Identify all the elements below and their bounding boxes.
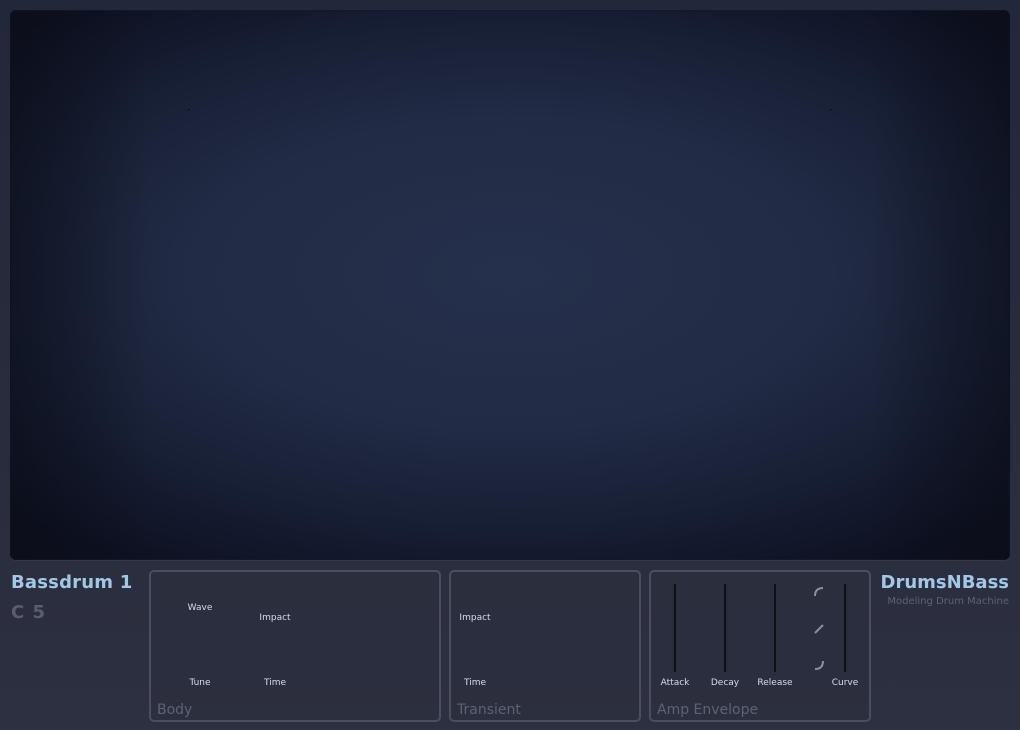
attack-slider[interactable] [674, 584, 676, 672]
release-label: Release [757, 678, 793, 688]
body-panel: Wave Impact Tune Time Body [149, 570, 441, 722]
decay-label: Decay [710, 678, 740, 688]
curve-label: Curve [831, 678, 859, 688]
transient-panel: Impact Time Transient [449, 570, 641, 722]
brand-subtitle: Modeling Drum Machine [887, 596, 1009, 607]
brand-title: DrumsNBass [880, 572, 1009, 593]
display-marker-right [830, 109, 832, 110]
body-time-knob[interactable]: Time [264, 678, 286, 688]
transient-impact-knob[interactable]: Impact [459, 613, 490, 623]
amp-envelope-panel: Attack Decay Release Curve Amp Envelope [649, 570, 871, 722]
waveform-display[interactable] [10, 10, 1010, 560]
body-panel-title: Body [157, 702, 193, 718]
decay-slider[interactable] [724, 584, 726, 672]
transient-panel-title: Transient [457, 702, 521, 718]
curve-exponential-icon[interactable] [811, 586, 825, 600]
amp-envelope-panel-title: Amp Envelope [657, 702, 759, 718]
curve-slider[interactable] [844, 584, 846, 672]
drum-machine-window: Bassdrum 1 C 5 DrumsNBass Modeling Drum … [0, 0, 1020, 730]
attack-label: Attack [660, 678, 690, 688]
transient-time-knob[interactable]: Time [464, 678, 486, 688]
body-wave-knob[interactable]: Wave [188, 603, 213, 613]
display-marker-left [188, 109, 190, 110]
preset-note: C 5 [11, 602, 47, 623]
body-tune-knob[interactable]: Tune [189, 678, 210, 688]
body-impact-knob[interactable]: Impact [259, 613, 290, 623]
preset-name[interactable]: Bassdrum 1 [11, 572, 132, 593]
curve-logarithmic-icon[interactable] [811, 659, 825, 673]
curve-linear-icon[interactable] [811, 623, 825, 637]
brand-block: DrumsNBass Modeling Drum Machine [881, 572, 1009, 607]
release-slider[interactable] [774, 584, 776, 672]
